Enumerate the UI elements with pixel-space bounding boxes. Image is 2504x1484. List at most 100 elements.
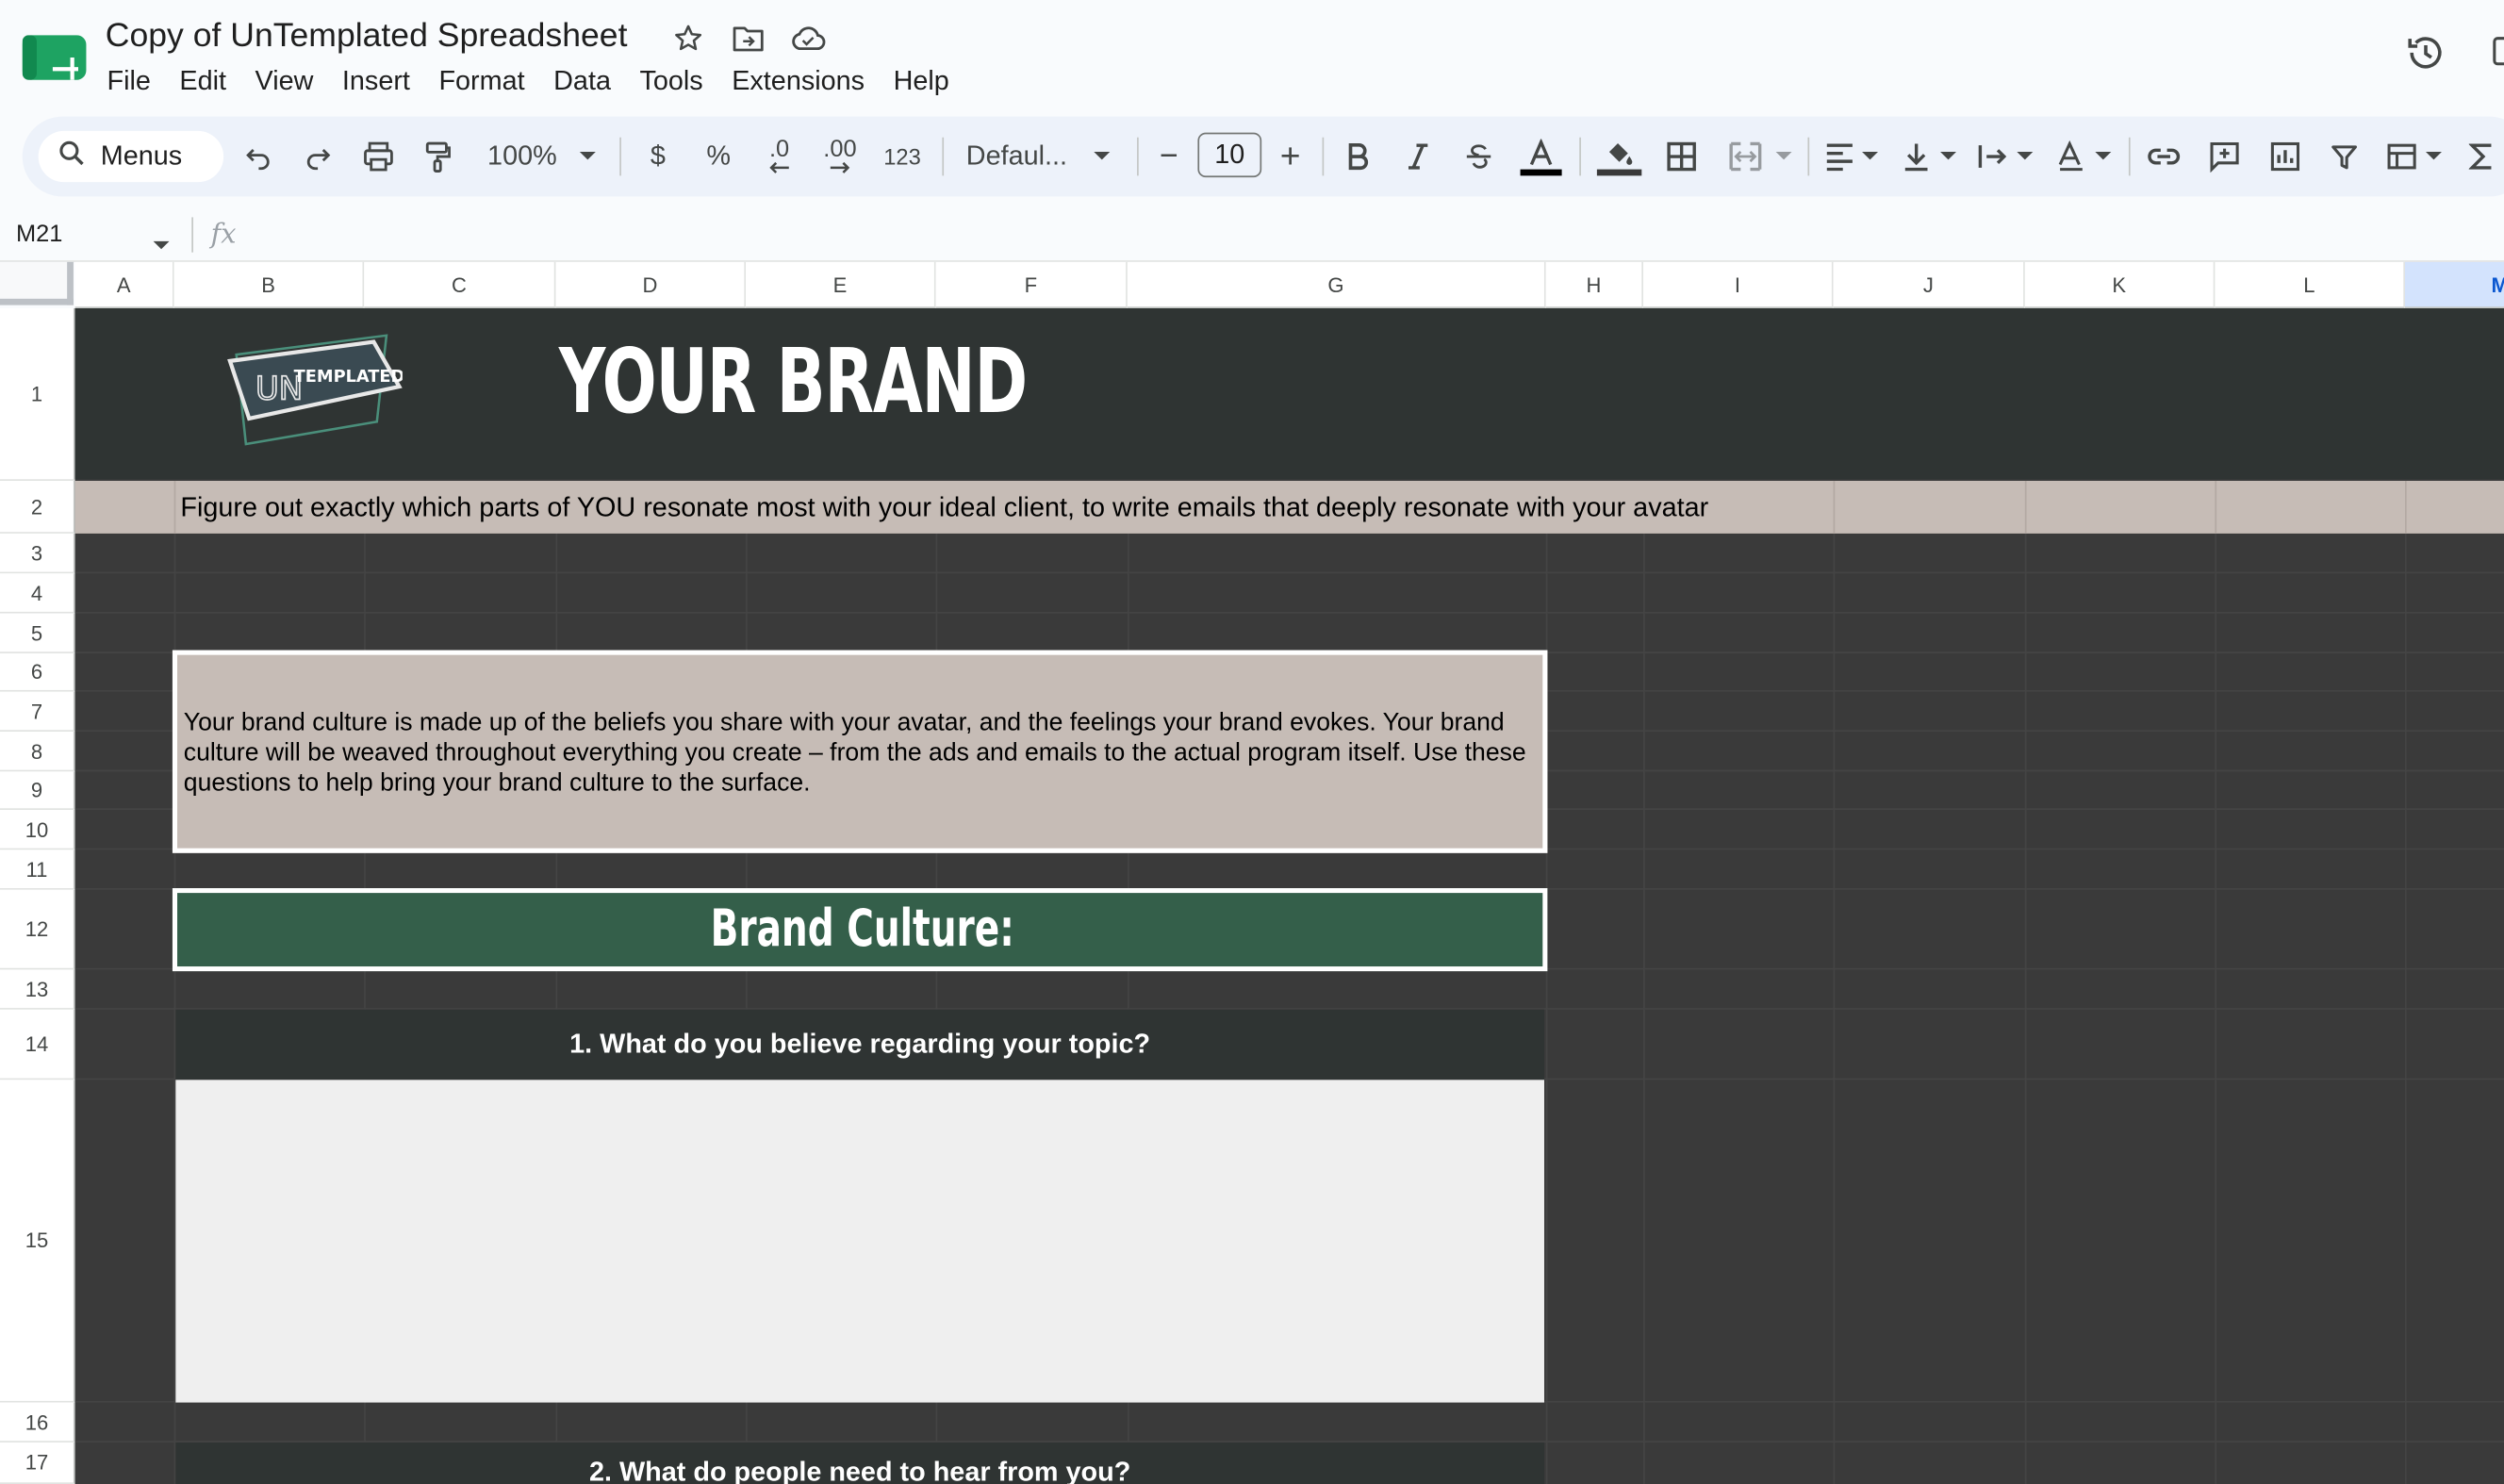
merge-cells-icon[interactable] [1724, 134, 1766, 178]
question-1-header[interactable]: 1. What do you believe regarding your to… [175, 1009, 1544, 1080]
column-header-c[interactable]: C [364, 261, 556, 308]
menu-help[interactable]: Help [879, 64, 964, 99]
currency-format-button[interactable]: $ [639, 134, 678, 178]
cloud-status-icon[interactable] [789, 19, 828, 58]
horizontal-align-icon[interactable] [1820, 134, 1859, 178]
text-color-icon[interactable] [1517, 134, 1565, 178]
row-header-3[interactable]: 3 [0, 533, 75, 574]
select-all-corner[interactable] [0, 261, 74, 305]
fill-color-icon[interactable] [1593, 134, 1644, 178]
bold-icon[interactable] [1340, 134, 1378, 178]
document-title[interactable]: Copy of UnTemplated Spreadsheet [106, 18, 628, 57]
version-history-icon[interactable] [2398, 25, 2453, 80]
number-format-button[interactable]: 123 [879, 134, 927, 178]
column-header-f[interactable]: F [935, 261, 1128, 308]
plus-icon: + [1279, 136, 1301, 176]
name-box[interactable]: M21 [16, 221, 62, 248]
chevron-down-icon[interactable] [1770, 134, 1798, 178]
gridline [2215, 480, 2217, 1484]
font-family-select[interactable]: Defaul... [966, 134, 1079, 178]
row-header-10[interactable]: 10 [0, 810, 75, 850]
brand-header-band[interactable] [74, 307, 2504, 480]
row-header-2[interactable]: 2 [0, 480, 75, 534]
star-icon[interactable] [669, 19, 708, 58]
menu-data[interactable]: Data [539, 64, 625, 99]
menu-edit[interactable]: Edit [165, 64, 240, 99]
decrease-decimal-button[interactable]: .0 [757, 134, 801, 178]
row-header-5[interactable]: 5 [0, 613, 75, 653]
italic-icon[interactable] [1399, 134, 1438, 178]
row-header-9[interactable]: 9 [0, 771, 75, 811]
paint-format-icon[interactable] [419, 134, 457, 178]
insert-link-icon[interactable] [2145, 134, 2183, 178]
menu-bar: File Edit View Insert Format Data Tools … [92, 64, 964, 99]
column-header-l[interactable]: L [2215, 261, 2405, 308]
print-icon[interactable] [359, 134, 398, 178]
column-header-i[interactable]: I [1643, 261, 1834, 308]
row-header-6[interactable]: 6 [0, 652, 75, 692]
zoom-value: 100% [487, 140, 557, 172]
row-header-15[interactable]: 15 [0, 1080, 75, 1403]
row-header-12[interactable]: 12 [0, 889, 75, 970]
formula-input[interactable] [263, 221, 2467, 256]
column-header-m[interactable]: M [2404, 261, 2504, 308]
menu-extensions[interactable]: Extensions [717, 64, 879, 99]
chevron-down-icon[interactable] [2090, 134, 2116, 178]
insert-comment-icon[interactable] [2205, 134, 2244, 178]
row-header-16[interactable]: 16 [0, 1402, 75, 1443]
chevron-down-icon[interactable] [1936, 134, 1961, 178]
undo-icon[interactable] [239, 134, 278, 178]
column-header-a[interactable]: A [74, 261, 174, 308]
menu-view[interactable]: View [240, 64, 327, 99]
column-header-b[interactable]: B [173, 261, 365, 308]
row-header-7[interactable]: 7 [0, 691, 75, 732]
row-header-11[interactable]: 11 [0, 849, 75, 890]
column-header-k[interactable]: K [2024, 261, 2216, 308]
menu-tools[interactable]: Tools [625, 64, 717, 99]
column-header-e[interactable]: E [746, 261, 936, 308]
menu-insert[interactable]: Insert [328, 64, 425, 99]
borders-icon[interactable] [1662, 134, 1701, 178]
decrease-font-size-button[interactable]: − [1150, 134, 1189, 178]
redo-icon[interactable] [299, 134, 338, 178]
increase-font-size-button[interactable]: + [1271, 134, 1310, 178]
functions-icon[interactable] [2465, 134, 2497, 178]
vertical-align-icon[interactable] [1897, 134, 1936, 178]
row-header-17[interactable]: 17 [0, 1442, 75, 1484]
filter-icon[interactable] [2325, 134, 2364, 178]
chevron-down-icon[interactable] [2421, 134, 2446, 178]
question-2-header[interactable]: 2. What do people need to hear from you? [175, 1442, 1544, 1484]
increase-decimal-label: .00 [823, 136, 857, 163]
text-rotation-icon[interactable] [2052, 134, 2091, 178]
column-header-j[interactable]: J [1833, 261, 2025, 308]
row-header-8[interactable]: 8 [0, 731, 75, 772]
menu-format[interactable]: Format [424, 64, 539, 99]
question-1-answer-cell[interactable] [175, 1080, 1544, 1403]
row-header-13[interactable]: 13 [0, 969, 75, 1010]
row-header-4[interactable]: 4 [0, 573, 75, 614]
chevron-down-icon[interactable] [571, 134, 603, 178]
sheets-logo-icon[interactable] [22, 35, 87, 83]
chevron-down-icon[interactable] [2012, 134, 2037, 178]
chevron-down-icon[interactable] [1857, 134, 1883, 178]
comments-icon[interactable] [2491, 35, 2504, 67]
menu-file[interactable]: File [92, 64, 165, 99]
font-size-input[interactable]: 10 [1197, 132, 1262, 178]
increase-decimal-button[interactable]: .00 [815, 134, 865, 178]
insert-chart-icon[interactable] [2266, 134, 2305, 178]
percent-format-button[interactable]: % [700, 134, 738, 178]
strikethrough-icon[interactable] [1459, 134, 1498, 178]
zoom-select[interactable]: 100% [483, 134, 563, 178]
column-header-g[interactable]: G [1127, 261, 1546, 308]
move-folder-icon[interactable] [730, 19, 768, 58]
column-header-d[interactable]: D [555, 261, 747, 308]
row-header-14[interactable]: 14 [0, 1009, 75, 1080]
search-menus-button[interactable]: Menus [38, 130, 224, 183]
text-wrapping-icon[interactable] [1974, 134, 2013, 178]
chevron-down-icon[interactable] [1086, 134, 1118, 178]
logo-templated-text: TEMPLATED [294, 367, 403, 387]
chevron-down-icon[interactable] [152, 232, 171, 260]
column-header-h[interactable]: H [1545, 261, 1644, 308]
row-header-1[interactable]: 1 [0, 307, 75, 481]
filter-views-icon[interactable] [2382, 134, 2421, 178]
